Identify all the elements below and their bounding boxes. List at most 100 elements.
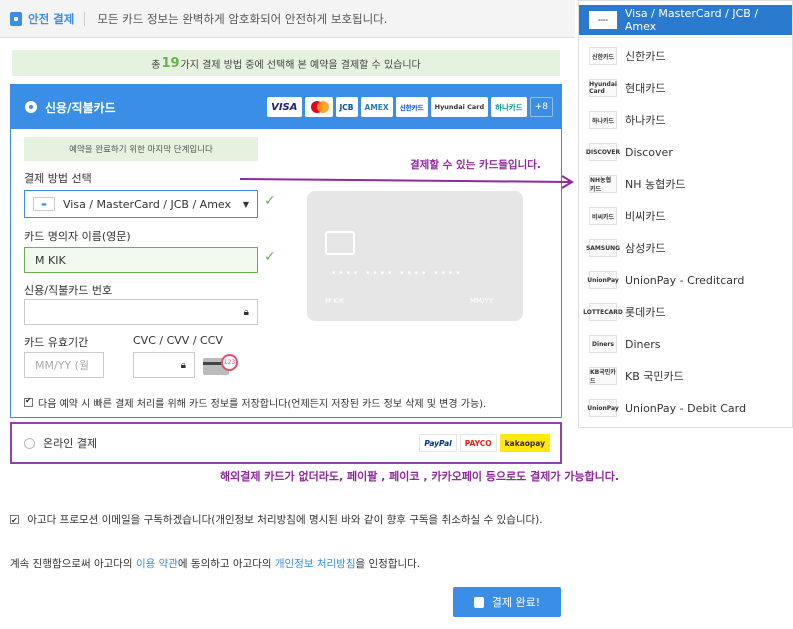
terms-link[interactable]: 이용 약관 — [136, 558, 178, 570]
card-option-label: Visa / MasterCard / JCB / Amex — [624, 7, 759, 33]
cardholder-name-input[interactable]: M KIK — [24, 247, 258, 273]
number-label: 신용/직불카드 번호 — [24, 284, 113, 297]
mastercard-logo — [304, 97, 333, 117]
terms-pre: 계속 진행함으로써 아고다의 — [10, 558, 136, 570]
card-brand-icon: Diners — [589, 335, 617, 353]
secure-title: 안전 결제 — [28, 11, 75, 26]
card-option-label: Diners — [625, 337, 661, 351]
submit-label: 결제 완료! — [491, 596, 541, 609]
card-option-4[interactable]: DISCOVER Discover — [579, 137, 792, 167]
online-note: 해외결제 카드가 없더라도, 페이팔 , 페이코 , 카카오페이 등으로도 결제… — [220, 470, 620, 483]
card-brand-icon: 하나카드 — [589, 111, 617, 129]
card-option-7[interactable]: SAMSUNG 삼성카드 — [579, 233, 792, 263]
expiry-input[interactable]: MM/YY (월 — [24, 352, 104, 378]
card-generic-icon: ▬ — [33, 197, 55, 211]
card-option-0[interactable]: ---- Visa / MasterCard / JCB / Amex — [579, 5, 792, 35]
card-option-10[interactable]: Diners Diners — [579, 329, 792, 359]
card-number-input[interactable]: 🔒︎ — [24, 299, 258, 325]
online-payment-option[interactable]: 온라인 결제 PayPal PAYCO kakaopay — [10, 422, 562, 464]
promo-option[interactable]: 아고다 프로모션 이메일을 구독하겠습니다(개인정보 처리방침에 명시된 바와 … — [10, 512, 570, 529]
card-option-11[interactable]: KB국민카드 KB 국민카드 — [579, 361, 792, 391]
card-option-2[interactable]: Hyundai Card 현대카드 — [579, 73, 792, 103]
card-option-5[interactable]: NH농협카드 NH 농협카드 — [579, 169, 792, 199]
check-icon: ✓ — [264, 249, 276, 265]
card-option-label: UnionPay - Creditcard — [625, 273, 745, 287]
cards-annotation: 결제할 수 있는 카드들입니다. — [410, 159, 541, 171]
card-brand-icon: LOTTECARD — [583, 303, 623, 321]
save-card-checkbox[interactable] — [24, 396, 33, 407]
card-option-label: 신한카드 — [625, 50, 666, 63]
online-label: 온라인 결제 — [43, 437, 98, 450]
card-preview-name: M KIK — [325, 297, 345, 305]
card-option-12[interactable]: UnionPay UnionPay - Debit Card — [579, 393, 792, 423]
card-option-6[interactable]: 비씨카드 비씨카드 — [579, 201, 792, 231]
payment-methods-banner: 총 19 가지 결제 방법 중에 선택해 본 예약을 결제할 수 있습니다 — [12, 50, 560, 76]
card-option-label: 하나카드 — [625, 114, 666, 127]
method-value: Visa / MasterCard / JCB / Amex — [63, 197, 232, 211]
credit-radio[interactable] — [25, 101, 37, 113]
card-logos: VISA JCB AMEX 신한카드 Hyundai Card 하나카드 +8 — [267, 97, 553, 117]
paypal-logo: PayPal — [419, 434, 457, 452]
promo-checkbox[interactable] — [10, 513, 19, 529]
online-radio[interactable] — [24, 437, 35, 449]
card-brand-icon: NH농협카드 — [589, 175, 617, 193]
card-option-label: 현대카드 — [625, 82, 666, 95]
cvc-card-icon: 123 — [203, 354, 238, 378]
amex-logo: AMEX — [360, 97, 393, 117]
check-icon: ✓ — [264, 193, 276, 209]
card-brand-icon: SAMSUNG — [586, 239, 620, 257]
card-brand-icon: UnionPay — [587, 271, 619, 289]
card-option-label: 롯데카드 — [625, 306, 666, 319]
card-type-dropdown[interactable]: ---- Visa / MasterCard / JCB / Amex 신한카드 신한… — [578, 0, 793, 428]
privacy-link[interactable]: 개인정보 처리방침 — [275, 558, 356, 570]
cvc-badge: 123 — [221, 354, 238, 371]
lock-icon — [10, 11, 22, 26]
card-chip-icon — [325, 231, 355, 255]
banner-post: 가지 결제 방법 중에 선택해 본 예약을 결제할 수 있습니다 — [180, 59, 421, 71]
secure-text: 모든 카드 정보는 완벽하게 암호화되어 안전하게 보호됩니다. — [97, 11, 388, 26]
annotation-arrow — [240, 175, 574, 189]
jcb-logo: JCB — [335, 97, 358, 117]
card-option-label: 삼성카드 — [625, 242, 666, 255]
card-option-9[interactable]: LOTTECARD 롯데카드 — [579, 297, 792, 327]
expiry-label: 카드 유효기간 — [24, 336, 89, 349]
visa-logo: VISA — [267, 97, 302, 117]
save-card-text: 다음 예약 시 빠른 결제 처리를 위해 카드 정보를 저장합니다(언제든지 저… — [38, 399, 487, 410]
card-brand-icon: Hyundai Card — [589, 79, 617, 97]
kakaopay-logo: kakaopay — [499, 434, 550, 452]
payco-logo: PAYCO — [459, 434, 497, 452]
card-brand-icon: UnionPay — [587, 399, 619, 417]
save-card-option[interactable]: 다음 예약 시 빠른 결제 처리를 위해 카드 정보를 저장합니다(언제든지 저… — [24, 395, 486, 410]
card-brand-icon: KB국민카드 — [589, 367, 617, 385]
card-option-label: UnionPay - Debit Card — [625, 401, 746, 415]
hana-logo: 하나카드 — [491, 97, 527, 117]
credit-card-option[interactable]: 신용/직불카드 VISA JCB AMEX 신한카드 Hyundai Card … — [11, 85, 561, 129]
final-step-hint: 예약을 완료하기 위한 마지막 단계입니다 — [24, 137, 258, 161]
card-option-label: 비씨카드 — [625, 210, 666, 223]
card-brand-icon: 비씨카드 — [589, 207, 617, 225]
card-preview-expiry: MM/YY — [470, 297, 493, 305]
divider — [84, 11, 86, 26]
promo-text: 아고다 프로모션 이메일을 구독하겠습니다(개인정보 처리방침에 명시된 바와 … — [27, 514, 543, 526]
payment-method-select[interactable]: ▬ Visa / MasterCard / JCB / Amex ▼ — [24, 190, 258, 218]
card-option-8[interactable]: UnionPay UnionPay - Creditcard — [579, 265, 792, 295]
banner-count: 19 — [161, 55, 180, 71]
card-preview-number: •••• •••• •••• •••• — [331, 269, 463, 279]
hyundai-logo: Hyundai Card — [430, 97, 489, 117]
card-option-label: KB 국민카드 — [625, 370, 684, 383]
card-option-3[interactable]: 하나카드 하나카드 — [579, 105, 792, 135]
card-option-1[interactable]: 신한카드 신한카드 — [579, 41, 792, 71]
card-option-label: Discover — [625, 145, 673, 159]
card-option-label: NH 농협카드 — [625, 178, 686, 191]
more-cards-button[interactable]: +8 — [529, 97, 553, 117]
lock-icon: 🔒︎ — [243, 306, 249, 318]
secure-payment-bar: 안전 결제 모든 카드 정보는 완벽하게 암호화되어 안전하게 보호됩니다. — [0, 0, 575, 38]
banner-pre: 총 — [151, 59, 161, 71]
online-logos: PayPal PAYCO kakaopay — [419, 434, 550, 452]
complete-payment-button[interactable]: 결제 완료! — [453, 587, 561, 617]
chevron-down-icon: ▼ — [242, 199, 249, 209]
cvc-label: CVC / CVV / CCV — [133, 334, 223, 347]
lock-icon: 🔒︎ — [180, 359, 186, 371]
card-brand-icon: DISCOVER — [586, 143, 620, 161]
cvc-input[interactable]: 🔒︎ — [133, 352, 195, 378]
